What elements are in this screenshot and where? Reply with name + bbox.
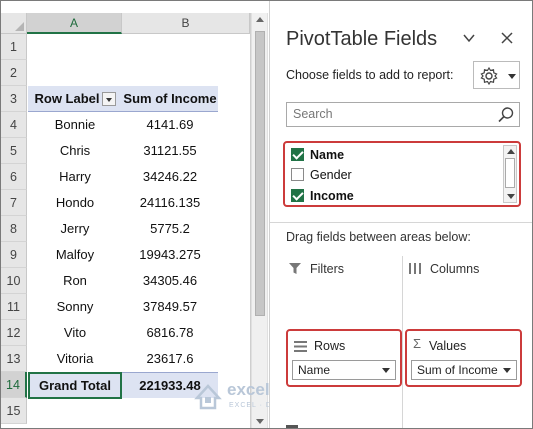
values-field-pill[interactable]: Sum of Income — [411, 360, 517, 380]
scroll-down-arrow-icon[interactable] — [507, 194, 515, 199]
row-header[interactable]: 12 — [1, 320, 27, 346]
row-header[interactable]: 5 — [1, 138, 27, 164]
search-placeholder: Search — [293, 107, 333, 121]
row-name-cell[interactable]: Jerry — [28, 216, 122, 242]
search-input[interactable]: Search — [286, 102, 520, 127]
scroll-up-arrow-icon[interactable] — [507, 149, 515, 154]
row-header[interactable]: 7 — [1, 190, 27, 216]
row-name-cell[interactable]: Sonny — [28, 294, 122, 320]
row-value-cell[interactable]: 34246.22 — [122, 164, 218, 190]
filters-area-label[interactable]: Filters — [310, 262, 344, 276]
row-name-cell[interactable]: Vitoria — [28, 346, 122, 372]
active-cell-outline — [28, 372, 122, 399]
row-header[interactable]: 3 — [1, 86, 27, 112]
row-header[interactable]: 11 — [1, 294, 27, 320]
caret-down-icon[interactable] — [503, 368, 511, 373]
field-item-gender[interactable]: Gender — [291, 165, 352, 185]
row-header[interactable]: 8 — [1, 216, 27, 242]
row-value-cell[interactable]: 5775.2 — [122, 216, 218, 242]
scroll-down-arrow-icon[interactable] — [256, 419, 264, 424]
field-list-scrollbar[interactable] — [503, 145, 517, 203]
row-value-cell[interactable]: 19943.275 — [122, 242, 218, 268]
row-name-cell[interactable]: Ron — [28, 268, 122, 294]
row-header[interactable]: 4 — [1, 112, 27, 138]
row-value-cell[interactable]: 24116.135 — [122, 190, 218, 216]
values-area-label: Values — [429, 339, 467, 353]
chevron-down-icon[interactable] — [462, 31, 476, 45]
gear-icon — [480, 66, 498, 86]
pivot-sum-header[interactable]: Sum of Income — [122, 86, 218, 112]
columns-icon — [409, 263, 421, 274]
row-header[interactable]: 6 — [1, 164, 27, 190]
pivottable-fields-pane: PivotTable Fields Choose fields to add t… — [269, 1, 532, 428]
row-value-cell[interactable]: 6816.78 — [122, 320, 218, 346]
row-value-cell[interactable]: 34305.46 — [122, 268, 218, 294]
columns-area-label[interactable]: Columns — [430, 262, 479, 276]
caret-down-icon — [508, 74, 516, 79]
rows-area-label: Rows — [314, 339, 346, 353]
select-all-corner[interactable] — [1, 13, 27, 34]
row-value-cell[interactable]: 37849.57 — [122, 294, 218, 320]
row-label-text: Row Label — [34, 91, 100, 106]
rows-icon — [294, 341, 307, 352]
drag-fields-label: Drag fields between areas below: — [286, 230, 471, 244]
row-name-cell[interactable]: Malfoy — [28, 242, 122, 268]
checkbox-unchecked[interactable] — [291, 168, 304, 182]
row-name-cell[interactable]: Hondo — [28, 190, 122, 216]
window-frame: A B 1 2 3 4 5 6 7 8 9 10 11 12 13 14 15 … — [0, 0, 533, 429]
pane-bottom-handle — [286, 425, 298, 428]
field-label: Income — [310, 189, 354, 203]
row-header-selected[interactable]: 14 — [1, 372, 27, 398]
row-name-cell[interactable]: Chris — [28, 138, 122, 164]
watermark-logo-icon — [194, 384, 222, 410]
row-header[interactable]: 1 — [1, 34, 27, 60]
vertical-scrollbar[interactable] — [251, 13, 268, 428]
sigma-icon: Σ — [413, 336, 422, 351]
field-item-name[interactable]: Name — [291, 145, 344, 165]
close-icon[interactable] — [500, 31, 514, 45]
row-value-cell[interactable]: 4141.69 — [122, 112, 218, 138]
scrollbar-thumb[interactable] — [505, 158, 515, 188]
tools-button[interactable] — [473, 61, 520, 89]
checkbox-checked[interactable] — [291, 148, 304, 162]
values-area[interactable]: Σ Values Sum of Income — [405, 329, 522, 387]
rows-field-name: Name — [298, 363, 331, 377]
row-value-cell[interactable]: 23617.6 — [122, 346, 218, 372]
row-name-cell[interactable]: Bonnie — [28, 112, 122, 138]
row-value-cell[interactable]: 31121.55 — [122, 138, 218, 164]
column-header-b[interactable]: B — [122, 13, 250, 34]
field-item-income[interactable]: Income — [291, 186, 354, 205]
search-icon[interactable] — [497, 106, 515, 124]
caret-down-icon[interactable] — [382, 368, 390, 373]
field-label: Name — [310, 148, 345, 162]
spreadsheet-grid[interactable]: A B 1 2 3 4 5 6 7 8 9 10 11 12 13 14 15 … — [1, 1, 251, 428]
row-header[interactable]: 2 — [1, 60, 27, 86]
row-header[interactable]: 13 — [1, 346, 27, 372]
scrollbar-thumb[interactable] — [255, 31, 265, 316]
field-list[interactable]: Name Gender Income — [283, 141, 521, 207]
pane-divider — [270, 222, 532, 223]
column-header-a[interactable]: A — [27, 13, 122, 34]
checkbox-checked[interactable] — [291, 189, 304, 203]
row-name-cell[interactable]: Harry — [28, 164, 122, 190]
pivot-row-label-header[interactable]: Row Label — [28, 86, 122, 112]
values-field-name: Sum of Income — [417, 363, 498, 377]
rows-field-pill[interactable]: Name — [292, 360, 396, 380]
row-header[interactable]: 9 — [1, 242, 27, 268]
field-label: Gender — [310, 168, 352, 182]
filter-dropdown-icon[interactable] — [101, 91, 116, 106]
filter-icon — [289, 263, 301, 274]
areas-divider — [402, 256, 403, 428]
rows-area[interactable]: Rows Name — [286, 329, 402, 387]
choose-fields-label: Choose fields to add to report: — [286, 68, 454, 82]
scroll-up-arrow-icon[interactable] — [256, 17, 264, 22]
pane-title: PivotTable Fields — [286, 28, 438, 50]
row-name-cell[interactable]: Vito — [28, 320, 122, 346]
row-header[interactable]: 10 — [1, 268, 27, 294]
row-header[interactable]: 15 — [1, 398, 27, 424]
